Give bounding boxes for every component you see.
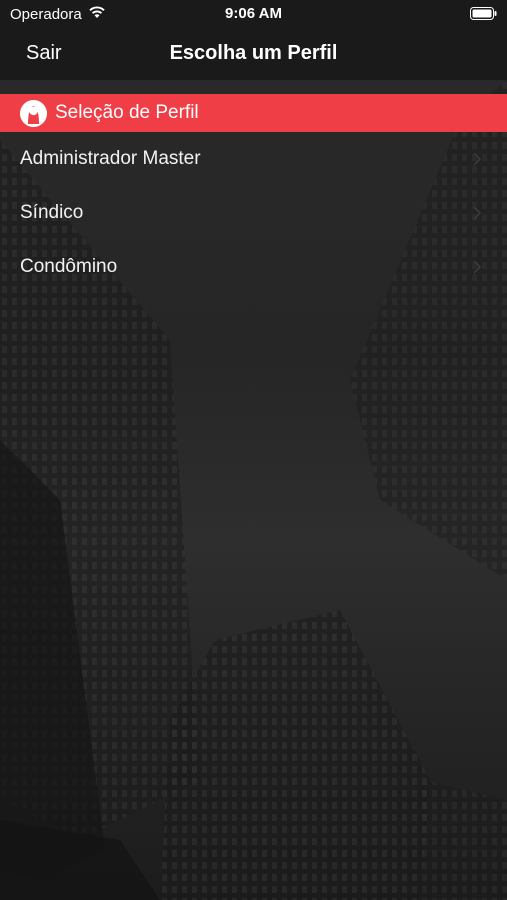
chevron-right-icon xyxy=(473,206,481,220)
user-profile-icon xyxy=(20,99,47,127)
profile-list: Administrador Master Síndico Condômino xyxy=(0,132,507,294)
profile-item-sindico[interactable]: Síndico xyxy=(0,186,507,240)
profile-item-administrador-master[interactable]: Administrador Master xyxy=(0,132,507,186)
profile-item-label: Administrador Master xyxy=(20,148,201,169)
chevron-right-icon xyxy=(473,152,481,166)
navigation-bar: Sair Escolha um Perfil xyxy=(0,28,507,80)
profile-item-condomino[interactable]: Condômino xyxy=(0,240,507,294)
chevron-right-icon xyxy=(473,260,481,274)
page-title: Escolha um Perfil xyxy=(169,42,338,64)
section-title: Seleção de Perfil xyxy=(55,102,199,123)
profile-item-label: Condômino xyxy=(20,256,118,277)
status-time: 9:06 AM xyxy=(225,5,282,22)
profile-selection-header: Seleção de Perfil xyxy=(0,94,507,132)
battery-icon xyxy=(470,7,497,20)
screen: Operadora 9:06 AM Sair Escolha um Perfil… xyxy=(0,0,507,900)
status-bar: Operadora 9:06 AM xyxy=(0,0,507,28)
profile-item-label: Síndico xyxy=(20,202,84,223)
